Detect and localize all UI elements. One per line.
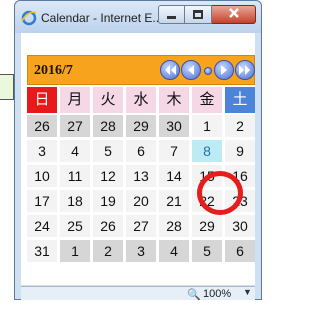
browser-window: Calendar - Internet E... 2016/7 日 月 火 水 …: [14, 0, 262, 301]
prev-icon[interactable]: [181, 60, 201, 80]
first-icon[interactable]: [160, 60, 180, 80]
day-cell[interactable]: 20: [126, 190, 156, 212]
day-cell[interactable]: 2: [225, 115, 255, 137]
day-cell[interactable]: 30: [159, 115, 189, 137]
maximize-button[interactable]: [185, 5, 212, 24]
day-cell[interactable]: 6: [126, 140, 156, 162]
day-cell[interactable]: 3: [27, 140, 57, 162]
close-icon: [228, 6, 240, 24]
calendar-header: 2016/7: [27, 55, 255, 85]
side-note-box: [0, 74, 14, 100]
day-cell-today[interactable]: 8: [192, 140, 222, 162]
status-bar: 🔍 100% ▼: [21, 286, 255, 301]
day-cell[interactable]: 4: [60, 140, 90, 162]
weekday-thu: 木: [159, 87, 189, 113]
title-bar[interactable]: Calendar - Internet E...: [15, 1, 261, 33]
day-cell[interactable]: 7: [159, 140, 189, 162]
weekday-sun: 日: [27, 87, 57, 113]
day-cell[interactable]: 29: [126, 115, 156, 137]
day-cell[interactable]: 25: [60, 215, 90, 237]
day-cell[interactable]: 27: [126, 215, 156, 237]
month-label: 2016/7: [34, 63, 73, 78]
day-cell[interactable]: 10: [27, 165, 57, 187]
day-cell[interactable]: 1: [192, 115, 222, 137]
weekday-wed: 水: [126, 87, 156, 113]
today-dot-icon[interactable]: [204, 67, 212, 75]
minimize-icon: [167, 16, 176, 19]
next-icon[interactable]: [214, 60, 234, 80]
day-cell[interactable]: 28: [93, 115, 123, 137]
day-cell[interactable]: 6: [225, 240, 255, 262]
day-cell[interactable]: 9: [225, 140, 255, 162]
day-cell[interactable]: 31: [27, 240, 57, 262]
dropdown-arrow-icon[interactable]: ▼: [243, 287, 252, 297]
day-cell[interactable]: 27: [60, 115, 90, 137]
day-cell[interactable]: 18: [60, 190, 90, 212]
page-content: 2016/7 日 月 火 水 木 金 土 26 27 28 29 30 1 2 3 4 5 6 7: [21, 33, 255, 285]
day-cell[interactable]: 5: [93, 140, 123, 162]
close-button[interactable]: [212, 5, 256, 24]
day-cell[interactable]: 24: [27, 215, 57, 237]
last-icon[interactable]: [235, 60, 255, 80]
day-cell[interactable]: 3: [126, 240, 156, 262]
weekday-tue: 火: [93, 87, 123, 113]
day-cell[interactable]: 30: [225, 215, 255, 237]
minimize-button[interactable]: [158, 5, 185, 24]
day-cell[interactable]: 11: [60, 165, 90, 187]
day-cell[interactable]: 4: [159, 240, 189, 262]
weekday-fri: 金: [192, 87, 222, 113]
day-cell[interactable]: 29: [192, 215, 222, 237]
day-cell[interactable]: 26: [93, 215, 123, 237]
zoom-level[interactable]: 100%: [203, 288, 231, 300]
day-cell[interactable]: 5: [192, 240, 222, 262]
day-cell[interactable]: 2: [93, 240, 123, 262]
day-cell[interactable]: 14: [159, 165, 189, 187]
day-cell[interactable]: 26: [27, 115, 57, 137]
day-cell[interactable]: 28: [159, 215, 189, 237]
weekday-mon: 月: [60, 87, 90, 113]
day-cell[interactable]: 1: [60, 240, 90, 262]
day-cell[interactable]: 13: [126, 165, 156, 187]
weekday-header-row: 日 月 火 水 木 金 土: [27, 87, 255, 113]
window-title: Calendar - Internet E...: [41, 11, 163, 25]
day-cell[interactable]: 21: [159, 190, 189, 212]
day-cell[interactable]: 17: [27, 190, 57, 212]
weekday-sat: 土: [225, 87, 255, 113]
ie-logo-icon: [21, 10, 37, 26]
highlight-circle: [197, 171, 243, 215]
day-cell[interactable]: 12: [93, 165, 123, 187]
maximize-icon: [193, 10, 203, 19]
day-cell[interactable]: 19: [93, 190, 123, 212]
zoom-icon[interactable]: 🔍: [187, 288, 201, 301]
